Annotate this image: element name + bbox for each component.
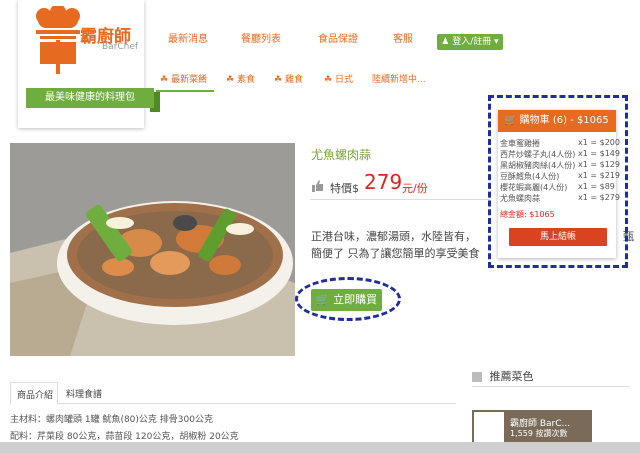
price-label: 特價$ <box>330 182 359 195</box>
active-tab-underline <box>156 90 214 92</box>
ingredients-main: 主材料：螺肉罐頭 1罐 魷魚(80)公克 排骨300公克 <box>10 415 213 425</box>
cart-item: 西芹炒螺子丸(4人份) x1 = $149 <box>500 149 620 159</box>
cart-item: 金車蜜雞捲 x1 = $200 <box>500 138 620 148</box>
subnav-coming-soon[interactable]: 陸續新增中... <box>372 72 426 85</box>
cart-header[interactable]: 🛒 購物車 (6) - $1065 <box>498 110 616 132</box>
buy-button-annotation-circle <box>295 277 401 321</box>
login-button[interactable]: ♟ 登入/註冊 ▾ <box>437 34 503 50</box>
cart-item: 尤魚螺肉蒜 x1 = $279 <box>500 193 620 203</box>
leaf-icon: ☘ <box>274 75 283 85</box>
logo-subtitle: BarChef <box>102 42 139 52</box>
thumbs-up-icon <box>472 372 482 382</box>
tab-recipe[interactable]: 料理食譜 <box>66 387 102 400</box>
subnav-japanese[interactable]: ☘ 日式 <box>324 72 353 85</box>
recommend-thumbnail <box>474 412 504 442</box>
cart-icon: 🛒 <box>504 115 517 126</box>
nav-restaurants[interactable]: 餐廳列表 <box>241 30 281 45</box>
cart-total: 總金額: $1065 <box>500 210 555 219</box>
recommend-card[interactable]: 霸廚師 BarC... 1,559 按讚次數 <box>472 410 592 444</box>
cart-item: 黑胡椒豬肉絲(4人份) x1 = $129 <box>500 160 620 170</box>
subnav-latest[interactable]: ☘ 最新菜餚 <box>160 72 207 85</box>
chef-hat-logo-icon <box>36 6 80 74</box>
price-amount: 279 <box>364 170 403 194</box>
logo-card[interactable]: 霸廚師 BarChef 最美味健康的料理包 <box>18 0 160 128</box>
price-unit: 元/份 <box>402 182 428 195</box>
cart-item: 櫻花蝦高麗(4人份) x1 = $89 <box>500 182 615 192</box>
caret-down-icon: ▾ <box>494 37 499 47</box>
nav-news[interactable]: 最新消息 <box>168 30 208 45</box>
nav-food-guarantee[interactable]: 食品保證 <box>318 30 358 45</box>
ingredients-text: 主材料：螺肉罐頭 1罐 魷魚(80)公克 排骨300公克 配料：芹菜段 80公克… <box>10 412 456 446</box>
recommend-heading: 推薦菜色 <box>472 368 534 384</box>
price-line: 特價$ 279 元/份 <box>310 170 490 200</box>
thumbs-up-icon <box>312 180 323 192</box>
user-icon: ♟ <box>441 37 450 47</box>
divider <box>472 386 630 387</box>
leaf-icon: ☘ <box>160 75 169 85</box>
login-label: 登入/註冊 <box>452 37 492 47</box>
category-subnav: ☘ 最新菜餚 ☘ 素食 ☘ 雞食 ☘ 日式 陸續新增中... <box>156 66 430 92</box>
cart-item: 豆酥鱈魚(4人份) x1 = $219 <box>500 171 620 181</box>
leaf-icon: ☘ <box>324 75 333 85</box>
leaf-icon: ☘ <box>226 75 235 85</box>
product-tabs: 商品介紹 料理食譜 <box>10 382 456 405</box>
product-title: 尤魚螺肉蒜 <box>311 148 372 162</box>
product-image <box>10 143 295 356</box>
nav-support[interactable]: 客服 <box>393 30 413 45</box>
cart-dropdown: 🛒 購物車 (6) - $1065 金車蜜雞捲 x1 = $200 西芹炒螺子丸(… <box>498 110 620 258</box>
horizontal-scrollbar[interactable] <box>0 442 640 453</box>
tagline-ribbon: 最美味健康的料理包 <box>20 88 160 112</box>
checkout-button[interactable]: 馬上結帳 <box>509 228 607 246</box>
tab-product-intro[interactable]: 商品介紹 <box>10 382 58 405</box>
subnav-vegetarian[interactable]: ☘ 素食 <box>226 72 255 85</box>
subnav-chicken[interactable]: ☘ 雞食 <box>274 72 303 85</box>
recommend-likes: 1,559 按讚次數 <box>510 429 568 438</box>
cart-items: 金車蜜雞捲 x1 = $200 西芹炒螺子丸(4人份) x1 = $149 黑胡椒豬… <box>500 138 620 204</box>
